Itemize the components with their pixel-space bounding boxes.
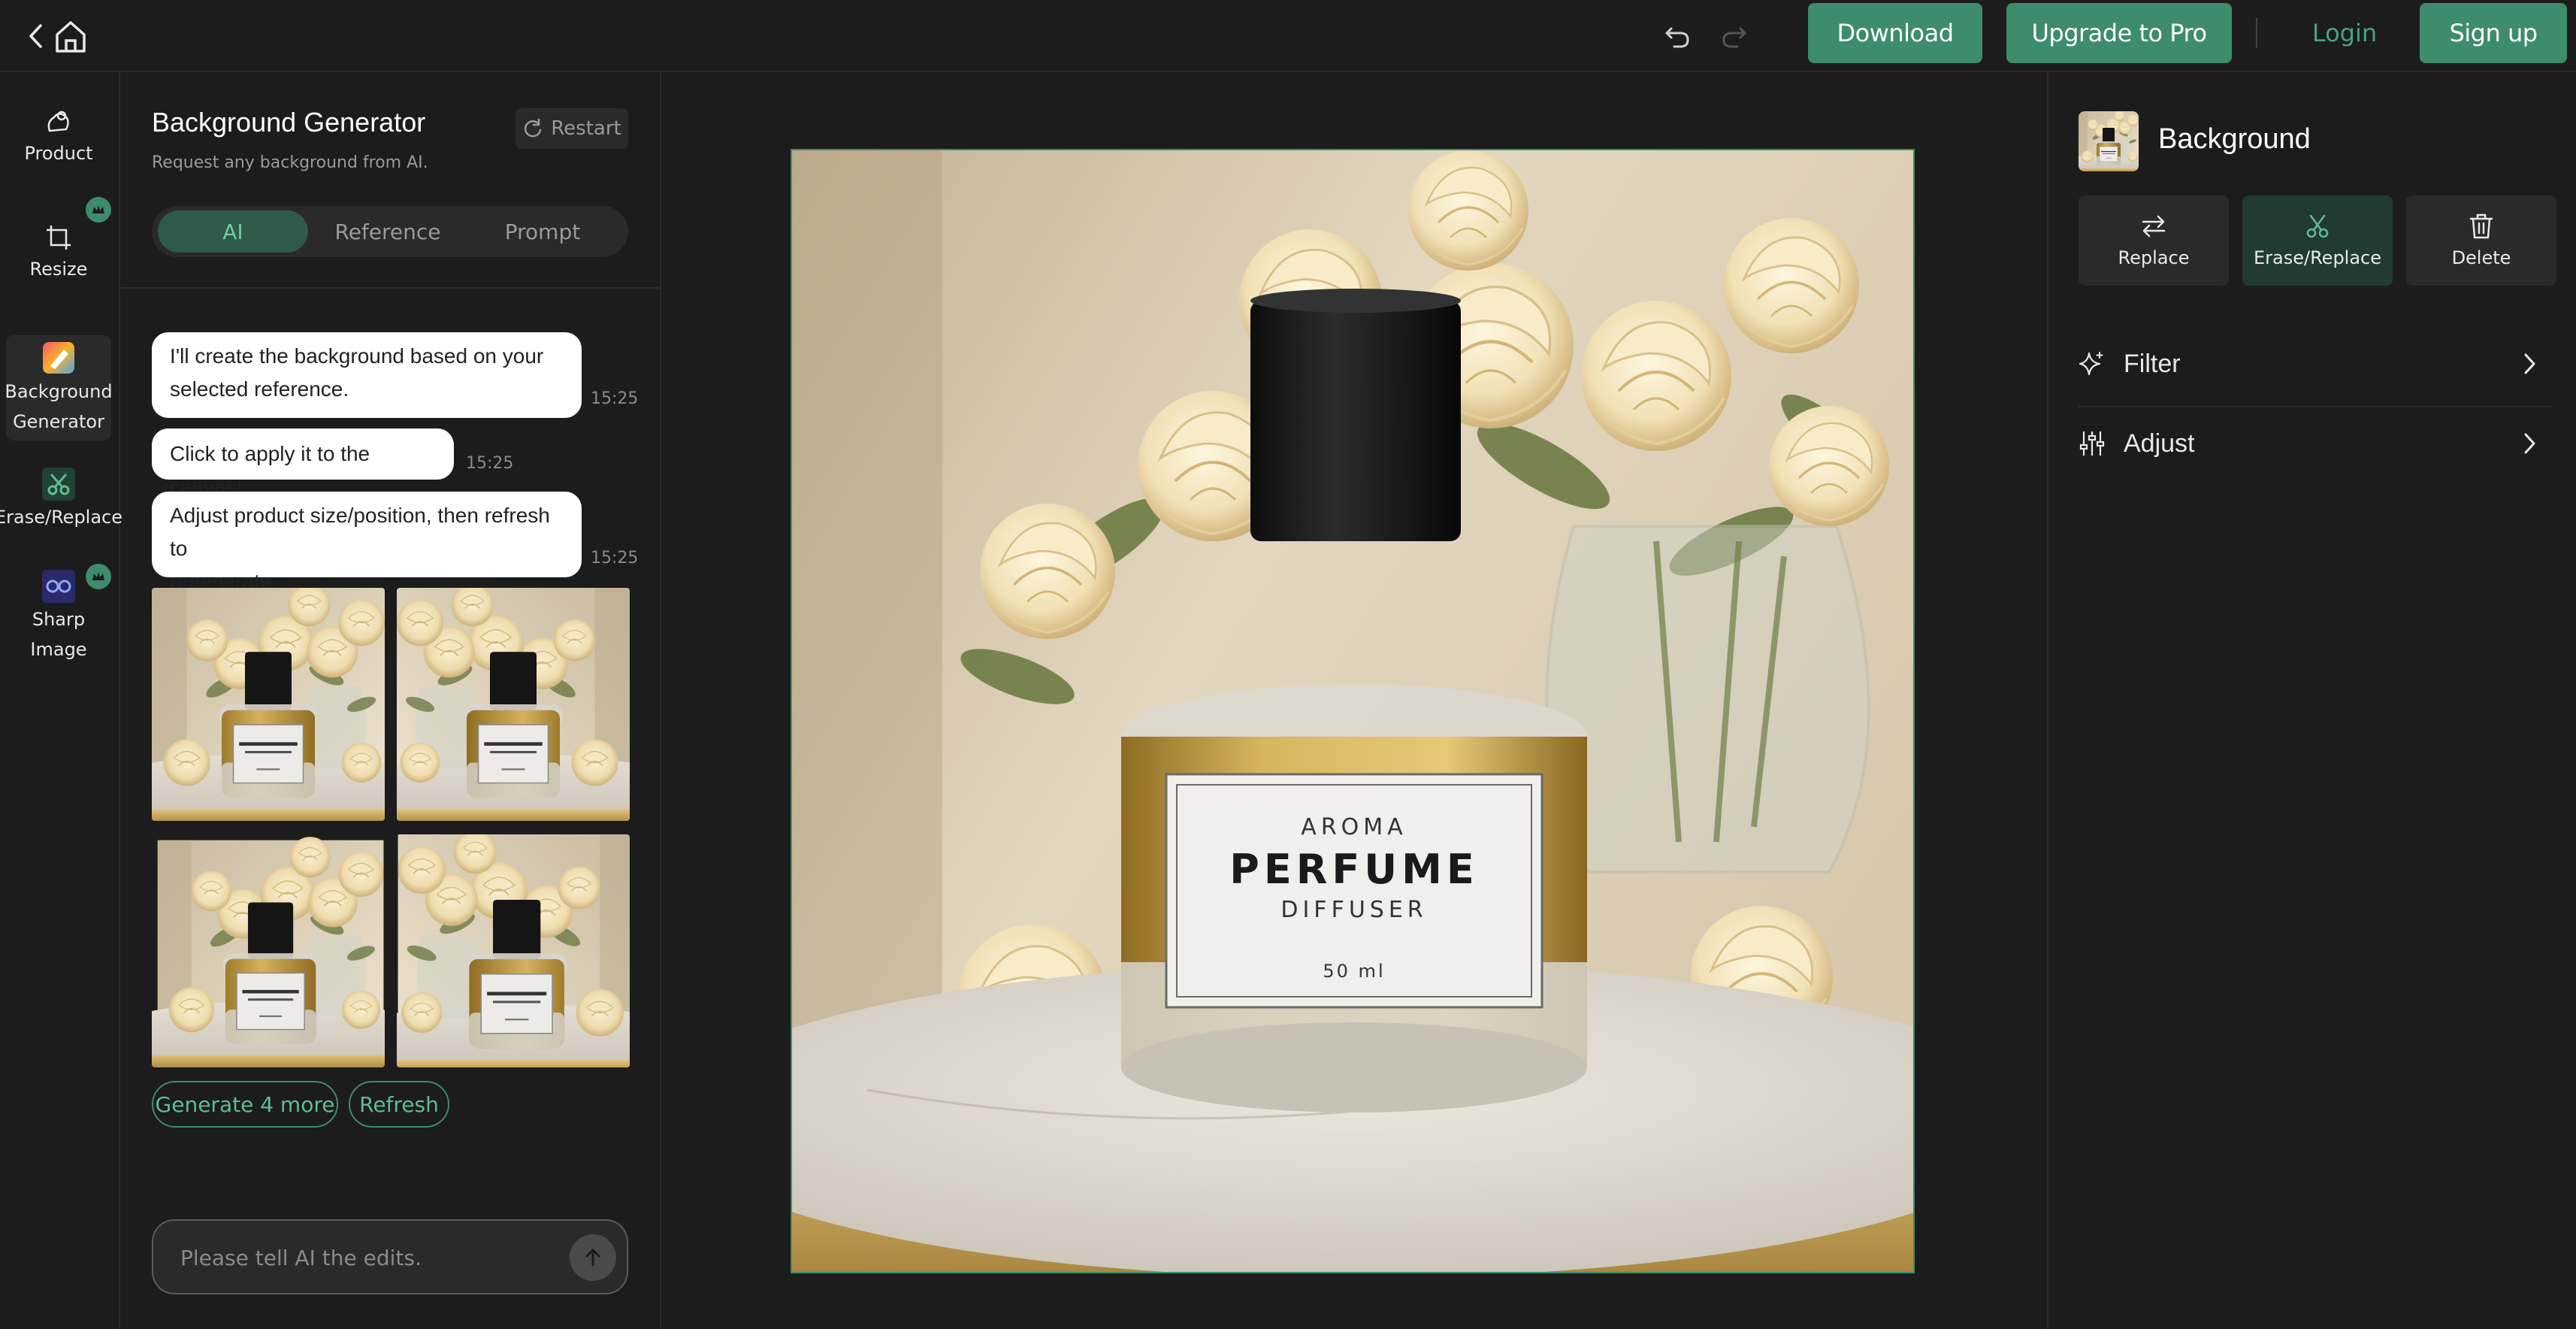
- login-link[interactable]: Login: [2299, 3, 2390, 63]
- label-name-text: PERFUME: [1229, 846, 1478, 893]
- tab-ai[interactable]: AI: [158, 210, 308, 253]
- undo-icon[interactable]: [1655, 14, 1700, 59]
- sliders-icon: [2079, 430, 2124, 457]
- adjust-label: Adjust: [2124, 428, 2195, 458]
- rail-item-product[interactable]: Product: [6, 105, 111, 180]
- rail-item-erase-replace[interactable]: Erase/Replace: [0, 466, 122, 541]
- product-photo: AROMA PERFUME DIFFUSER 50 ml: [792, 150, 1913, 1272]
- rail-item-label: Background: [5, 381, 113, 402]
- generate-more-button[interactable]: Generate 4 more: [152, 1081, 338, 1128]
- chevron-right-icon: [2522, 431, 2537, 462]
- panel-subtitle: Request any background from AI.: [152, 153, 428, 172]
- chat-message: I'll create the background based on your…: [152, 332, 582, 418]
- refresh-button[interactable]: Refresh: [349, 1081, 449, 1128]
- properties-panel: Background Replace Erase/Replace Delete …: [2047, 72, 2576, 1329]
- refresh-icon: [522, 118, 543, 139]
- sharpen-icon: [42, 568, 75, 604]
- generated-thumbnail[interactable]: [397, 834, 630, 1067]
- generated-thumbnail[interactable]: [397, 588, 630, 821]
- rail-item-label: Image: [30, 639, 87, 660]
- trash-icon: [2469, 213, 2494, 240]
- panel-divider: [120, 287, 660, 289]
- send-button[interactable]: [570, 1234, 616, 1281]
- layer-thumbnail: [2079, 111, 2139, 171]
- label-type-text: DIFFUSER: [1280, 897, 1427, 923]
- chat-message: Adjust product size/position, then refre…: [152, 492, 582, 593]
- canvas-area: AROMA PERFUME DIFFUSER 50 ml: [661, 72, 2047, 1329]
- top-bar: Download Upgrade to Pro Login Sign up: [0, 0, 2576, 72]
- chat-message: Click to apply it to the canvas!: [152, 428, 454, 498]
- chat-message-text: I'll create the background based on your: [170, 344, 544, 368]
- chat-message-text: Adjust product size/position, then refre…: [170, 504, 550, 560]
- replace-button[interactable]: Replace: [2079, 195, 2229, 286]
- rail-item-label: Generator: [13, 411, 104, 432]
- mode-tabs: AI Reference Prompt: [152, 206, 628, 257]
- replace-label: Replace: [2118, 247, 2190, 268]
- generated-thumbnail[interactable]: [152, 834, 385, 1067]
- tab-reference[interactable]: Reference: [313, 210, 463, 253]
- rail-item-background-generator[interactable]: Background Generator: [5, 335, 113, 440]
- chevron-right-icon: [2522, 352, 2537, 383]
- label-brand-text: AROMA: [1301, 814, 1407, 840]
- tab-prompt[interactable]: Prompt: [467, 210, 618, 253]
- chat-input[interactable]: [179, 1242, 558, 1273]
- download-button[interactable]: Download: [1808, 3, 1982, 63]
- replace-icon: [2139, 213, 2169, 240]
- filter-label: Filter: [2124, 349, 2181, 378]
- filter-row[interactable]: Filter: [2079, 326, 2552, 401]
- message-timestamp: 15:25: [591, 389, 639, 408]
- panel-title: Background Generator: [152, 107, 426, 138]
- scissors-icon: [2304, 213, 2331, 240]
- signup-button[interactable]: Sign up: [2420, 3, 2567, 63]
- rail-item-label: Sharp: [32, 609, 86, 630]
- adjust-row[interactable]: Adjust: [2079, 406, 2552, 481]
- tool-rail: Product Resize Background Generator Eras…: [0, 72, 122, 1329]
- layer-name: Background: [2158, 123, 2311, 155]
- sparkle-icon: [2079, 350, 2124, 377]
- delete-label: Delete: [2451, 247, 2511, 268]
- pro-badge-icon: [86, 564, 111, 589]
- message-timestamp: 15:25: [591, 549, 639, 568]
- topbar-divider: [2256, 18, 2257, 48]
- restart-button[interactable]: Restart: [516, 108, 628, 149]
- background-generator-panel: Background Generator Request any backgro…: [120, 72, 661, 1329]
- pro-badge-icon: [86, 197, 111, 223]
- delete-button[interactable]: Delete: [2406, 195, 2556, 286]
- rail-item-label: Resize: [29, 259, 88, 280]
- message-timestamp: 15:25: [466, 454, 514, 473]
- upgrade-button[interactable]: Upgrade to Pro: [2006, 3, 2232, 63]
- rail-item-resize[interactable]: Resize: [6, 221, 111, 296]
- rail-item-label: Product: [24, 143, 93, 164]
- canvas-image[interactable]: AROMA PERFUME DIFFUSER 50 ml: [791, 149, 1915, 1273]
- rail-item-label: Erase/Replace: [0, 507, 123, 528]
- crop-icon: [45, 221, 72, 254]
- restart-label: Restart: [551, 117, 621, 140]
- chat-input-box: [152, 1219, 628, 1294]
- product-icon: [44, 105, 74, 138]
- redo-icon[interactable]: [1712, 14, 1757, 59]
- erase-replace-label: Erase/Replace: [2253, 247, 2382, 268]
- chat-message-text: selected reference.: [170, 377, 349, 401]
- background-generator-icon: [41, 339, 76, 377]
- home-icon[interactable]: [48, 14, 93, 59]
- erase-replace-button[interactable]: Erase/Replace: [2242, 195, 2393, 286]
- label-volume-text: 50 ml: [1323, 961, 1385, 982]
- generated-thumbnail[interactable]: [152, 588, 385, 821]
- arrow-up-icon: [582, 1247, 603, 1268]
- scissors-icon: [42, 466, 75, 502]
